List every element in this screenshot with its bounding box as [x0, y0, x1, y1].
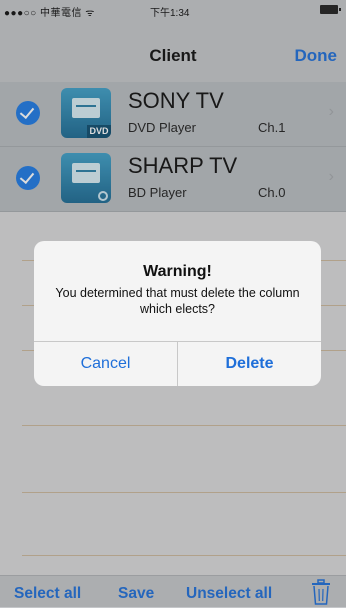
- alert-message: You determined that must delete the colu…: [50, 285, 305, 317]
- alert-title: Warning!: [34, 263, 321, 281]
- cancel-button[interactable]: Cancel: [34, 342, 177, 386]
- warning-alert: Warning! You determined that must delete…: [34, 241, 321, 386]
- delete-button[interactable]: Delete: [178, 342, 321, 386]
- client-screen: ●●●○○ 中華電信 ᯤ 下午1:34 Client Done DVD SONY…: [0, 0, 346, 607]
